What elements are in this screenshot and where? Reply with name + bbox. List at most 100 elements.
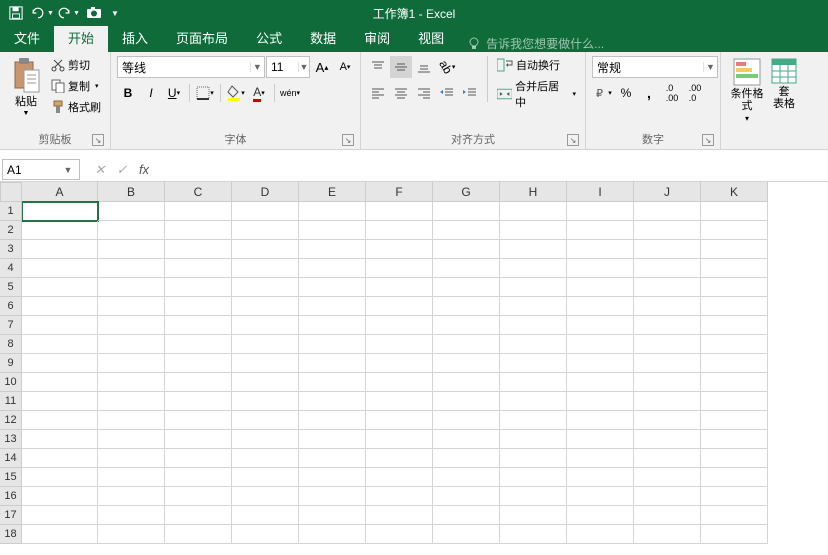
cell[interactable] — [98, 316, 165, 335]
row-header[interactable]: 12 — [0, 411, 22, 430]
cell[interactable] — [98, 392, 165, 411]
cell[interactable] — [299, 411, 366, 430]
tab-insert[interactable]: 插入 — [108, 23, 162, 52]
cell[interactable] — [366, 354, 433, 373]
cell[interactable] — [701, 468, 768, 487]
cell[interactable] — [366, 373, 433, 392]
cell[interactable] — [567, 297, 634, 316]
cell[interactable] — [433, 335, 500, 354]
cell[interactable] — [634, 468, 701, 487]
cell[interactable] — [299, 278, 366, 297]
tab-home[interactable]: 开始 — [54, 23, 108, 52]
row-header[interactable]: 5 — [0, 278, 22, 297]
cut-button[interactable]: 剪切 — [48, 56, 104, 74]
cell[interactable] — [98, 449, 165, 468]
row-header[interactable]: 7 — [0, 316, 22, 335]
cell[interactable] — [98, 240, 165, 259]
number-dialog-launcher[interactable]: ↘ — [702, 134, 714, 146]
cell[interactable] — [567, 525, 634, 544]
insert-function-button[interactable]: fx — [134, 162, 154, 178]
cell[interactable] — [433, 506, 500, 525]
cell[interactable] — [232, 316, 299, 335]
cell[interactable] — [232, 525, 299, 544]
cell[interactable] — [232, 392, 299, 411]
italic-button[interactable]: I — [140, 82, 162, 104]
cell[interactable] — [299, 430, 366, 449]
cell[interactable] — [299, 297, 366, 316]
row-header[interactable]: 15 — [0, 468, 22, 487]
cell[interactable] — [22, 221, 98, 240]
cell[interactable] — [232, 240, 299, 259]
format-as-table-button[interactable]: 套 表格 — [769, 56, 799, 110]
row-header[interactable]: 14 — [0, 449, 22, 468]
column-header[interactable]: F — [366, 182, 433, 202]
row-header[interactable]: 9 — [0, 354, 22, 373]
row-header[interactable]: 18 — [0, 525, 22, 544]
alignment-dialog-launcher[interactable]: ↘ — [567, 134, 579, 146]
cell[interactable] — [500, 373, 567, 392]
cell[interactable] — [567, 278, 634, 297]
cell[interactable] — [232, 430, 299, 449]
cell[interactable] — [22, 468, 98, 487]
cell[interactable] — [98, 335, 165, 354]
formula-input[interactable] — [164, 160, 828, 180]
format-painter-button[interactable]: 格式刷 — [48, 98, 104, 116]
column-header[interactable]: E — [299, 182, 366, 202]
undo-button[interactable]: ▼ — [30, 2, 54, 24]
cell[interactable] — [433, 411, 500, 430]
cell[interactable] — [366, 278, 433, 297]
column-header[interactable]: K — [701, 182, 768, 202]
cell[interactable] — [567, 392, 634, 411]
cell[interactable] — [500, 335, 567, 354]
chevron-down-icon[interactable]: ▼ — [298, 62, 309, 72]
cell[interactable] — [701, 430, 768, 449]
cell[interactable] — [701, 202, 768, 221]
cell[interactable] — [22, 278, 98, 297]
cell[interactable] — [701, 335, 768, 354]
cell[interactable] — [366, 259, 433, 278]
increase-indent-button[interactable] — [459, 82, 481, 104]
cell[interactable] — [433, 392, 500, 411]
cell[interactable] — [500, 221, 567, 240]
align-center-button[interactable] — [390, 82, 412, 104]
row-header[interactable]: 11 — [0, 392, 22, 411]
cell[interactable] — [433, 221, 500, 240]
cell[interactable] — [299, 354, 366, 373]
row-header[interactable]: 3 — [0, 240, 22, 259]
cell[interactable] — [98, 202, 165, 221]
cell[interactable] — [433, 259, 500, 278]
cell[interactable] — [22, 430, 98, 449]
cell[interactable] — [98, 354, 165, 373]
cell[interactable] — [366, 316, 433, 335]
paste-button[interactable]: 粘贴 ▼ — [6, 56, 46, 117]
cell[interactable] — [701, 316, 768, 335]
cell[interactable] — [165, 525, 232, 544]
cell[interactable] — [634, 335, 701, 354]
cell[interactable] — [567, 259, 634, 278]
cell[interactable] — [366, 487, 433, 506]
cell[interactable] — [433, 278, 500, 297]
phonetic-button[interactable]: wén▾ — [279, 82, 301, 104]
cell[interactable] — [165, 221, 232, 240]
cell[interactable] — [567, 202, 634, 221]
cell[interactable] — [232, 468, 299, 487]
cell[interactable] — [701, 487, 768, 506]
underline-button[interactable]: U▾ — [163, 82, 185, 104]
cell[interactable] — [22, 449, 98, 468]
column-header[interactable]: G — [433, 182, 500, 202]
column-header[interactable]: B — [98, 182, 165, 202]
cell[interactable] — [299, 525, 366, 544]
cell[interactable] — [366, 202, 433, 221]
cell[interactable] — [567, 316, 634, 335]
cell[interactable] — [701, 373, 768, 392]
cell[interactable] — [165, 240, 232, 259]
cell[interactable] — [433, 525, 500, 544]
tab-formulas[interactable]: 公式 — [242, 23, 296, 52]
cell[interactable] — [22, 297, 98, 316]
cell[interactable] — [22, 335, 98, 354]
cell[interactable] — [567, 354, 634, 373]
cell[interactable] — [701, 506, 768, 525]
cell[interactable] — [22, 202, 98, 221]
cell[interactable] — [232, 221, 299, 240]
cell[interactable] — [299, 335, 366, 354]
